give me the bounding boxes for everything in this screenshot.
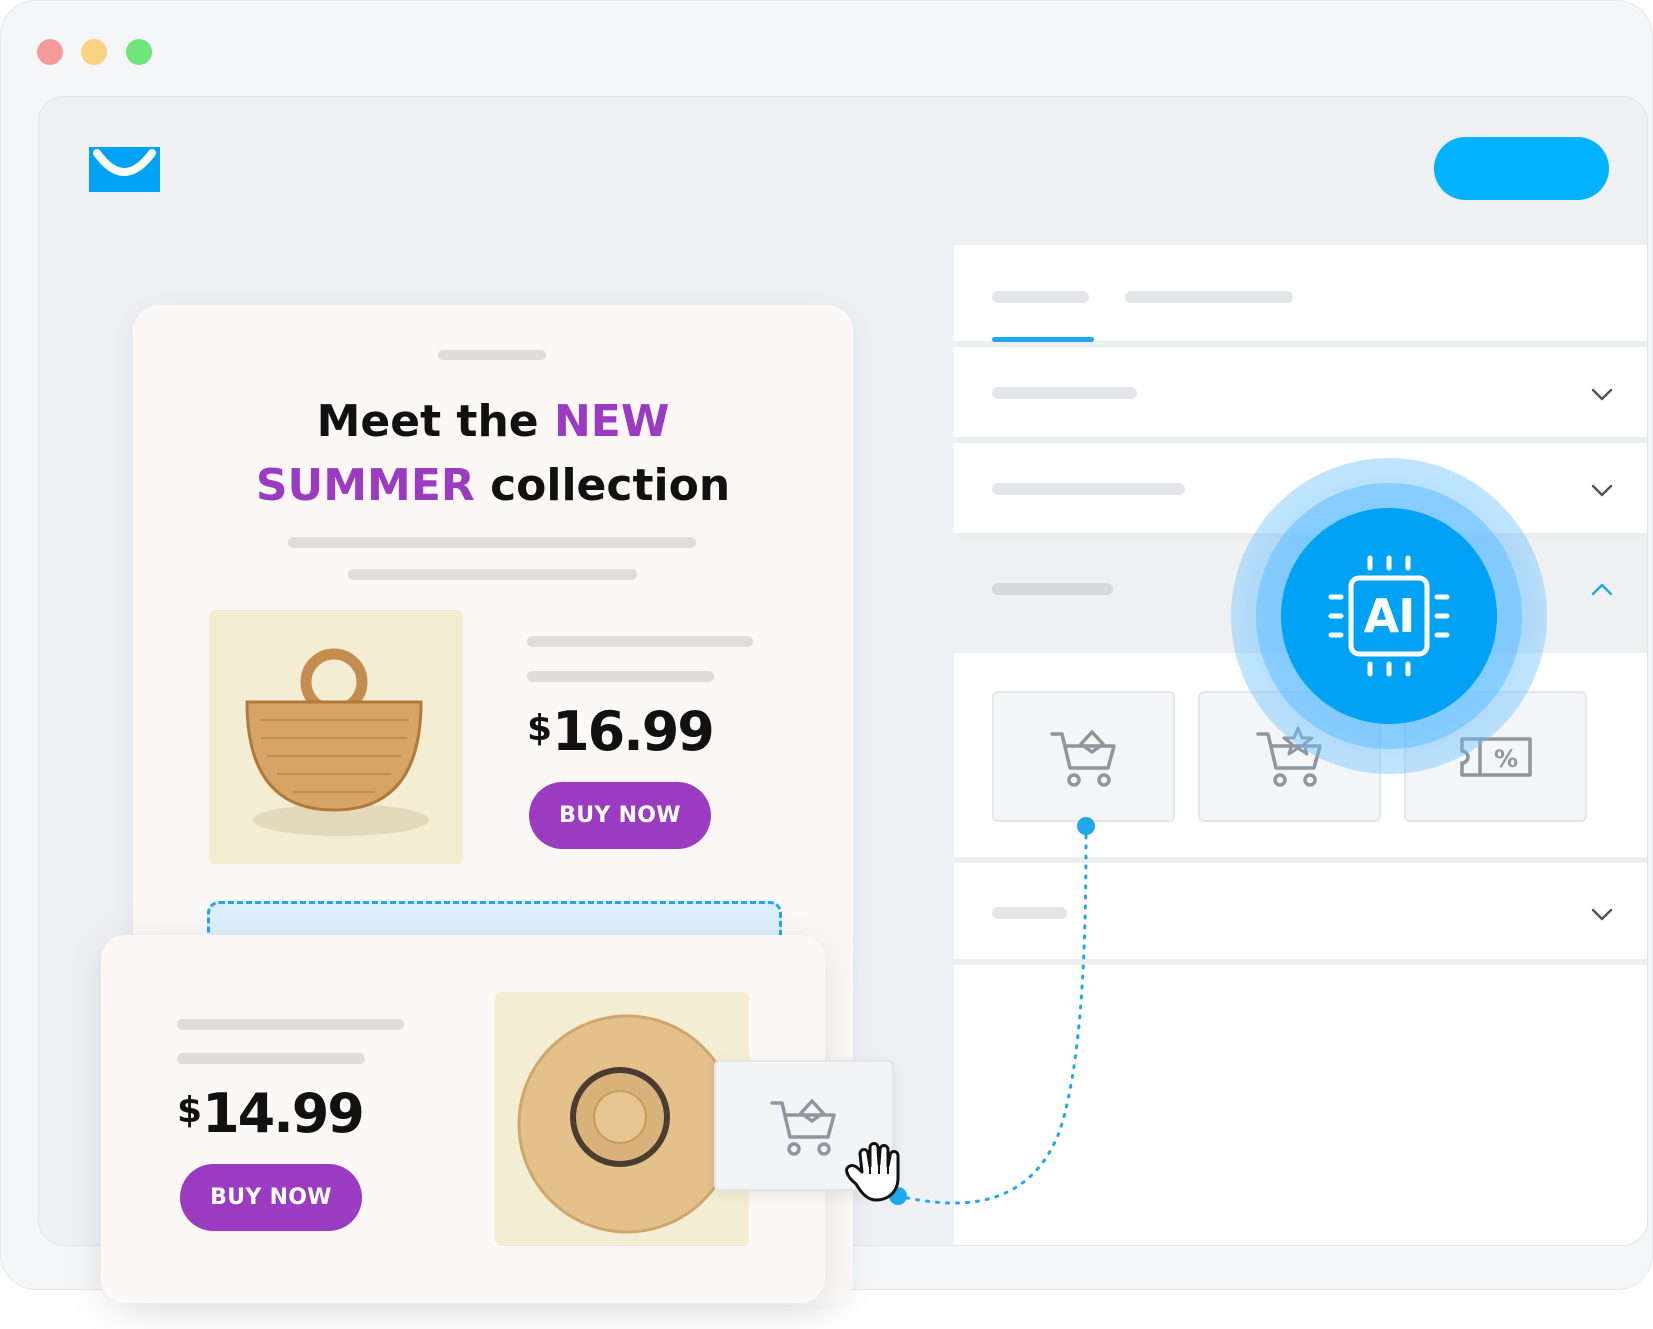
- chevron-down-icon[interactable]: [1589, 381, 1615, 407]
- smile-envelope-icon[interactable]: [89, 147, 160, 192]
- accordion-section-1[interactable]: [954, 347, 1647, 443]
- currency-symbol: $: [527, 708, 552, 749]
- ai-badge[interactable]: AI: [1281, 508, 1497, 724]
- buy-now-button[interactable]: BUY NOW: [180, 1164, 362, 1231]
- active-tab-indicator: [992, 337, 1094, 342]
- ai-badge-label: AI: [1363, 589, 1416, 643]
- tab-1[interactable]: [992, 291, 1089, 303]
- accordion-section-4[interactable]: [954, 863, 1647, 965]
- price-value: 16.99: [552, 700, 715, 763]
- accordion-label: [992, 483, 1185, 495]
- text-placeholder: [177, 1053, 365, 1064]
- window-close-button[interactable]: [37, 39, 63, 65]
- window-maximize-button[interactable]: [126, 39, 152, 65]
- app-header: [39, 97, 1647, 245]
- currency-symbol: $: [177, 1090, 202, 1131]
- drag-handle[interactable]: [438, 350, 546, 360]
- dragged-tile[interactable]: [714, 1060, 894, 1191]
- text-placeholder: [288, 537, 696, 548]
- headline-accent-new: NEW: [553, 396, 670, 447]
- cart-box-icon: [770, 1098, 836, 1156]
- text-placeholder: [177, 1019, 404, 1030]
- email-headline: Meet the NEW SUMMER collection: [173, 390, 813, 518]
- chevron-up-icon[interactable]: [1589, 577, 1615, 603]
- text-placeholder: [527, 671, 714, 682]
- tile-cart-box[interactable]: [992, 691, 1175, 822]
- accordion-label: [992, 907, 1067, 919]
- product-image-hat: [495, 992, 749, 1246]
- sidebar-tabs: [954, 245, 1647, 347]
- chevron-down-icon[interactable]: [1589, 901, 1615, 927]
- sun-hat-image: [517, 1014, 737, 1234]
- product-image-basket: [209, 610, 463, 864]
- text-placeholder: [348, 569, 637, 580]
- headline-accent-summer: SUMMER: [255, 460, 475, 511]
- header-cta-button[interactable]: [1434, 137, 1609, 200]
- accordion-label: [992, 583, 1113, 595]
- headline-text: Meet the: [316, 396, 554, 447]
- headline-text: collection: [474, 460, 731, 511]
- window-minimize-button[interactable]: [81, 39, 107, 65]
- accordion-label: [992, 387, 1137, 399]
- cart-box-icon: [1049, 729, 1116, 787]
- basket-bag-image: [245, 648, 429, 836]
- buy-now-button[interactable]: BUY NOW: [529, 782, 711, 849]
- price-value: 14.99: [202, 1082, 365, 1145]
- tab-2[interactable]: [1125, 291, 1293, 303]
- svg-text:%: %: [1493, 745, 1517, 773]
- product-price: $14.99: [177, 1082, 365, 1145]
- text-placeholder: [527, 636, 753, 647]
- chevron-down-icon[interactable]: [1589, 477, 1615, 503]
- product-price: $16.99: [527, 700, 715, 763]
